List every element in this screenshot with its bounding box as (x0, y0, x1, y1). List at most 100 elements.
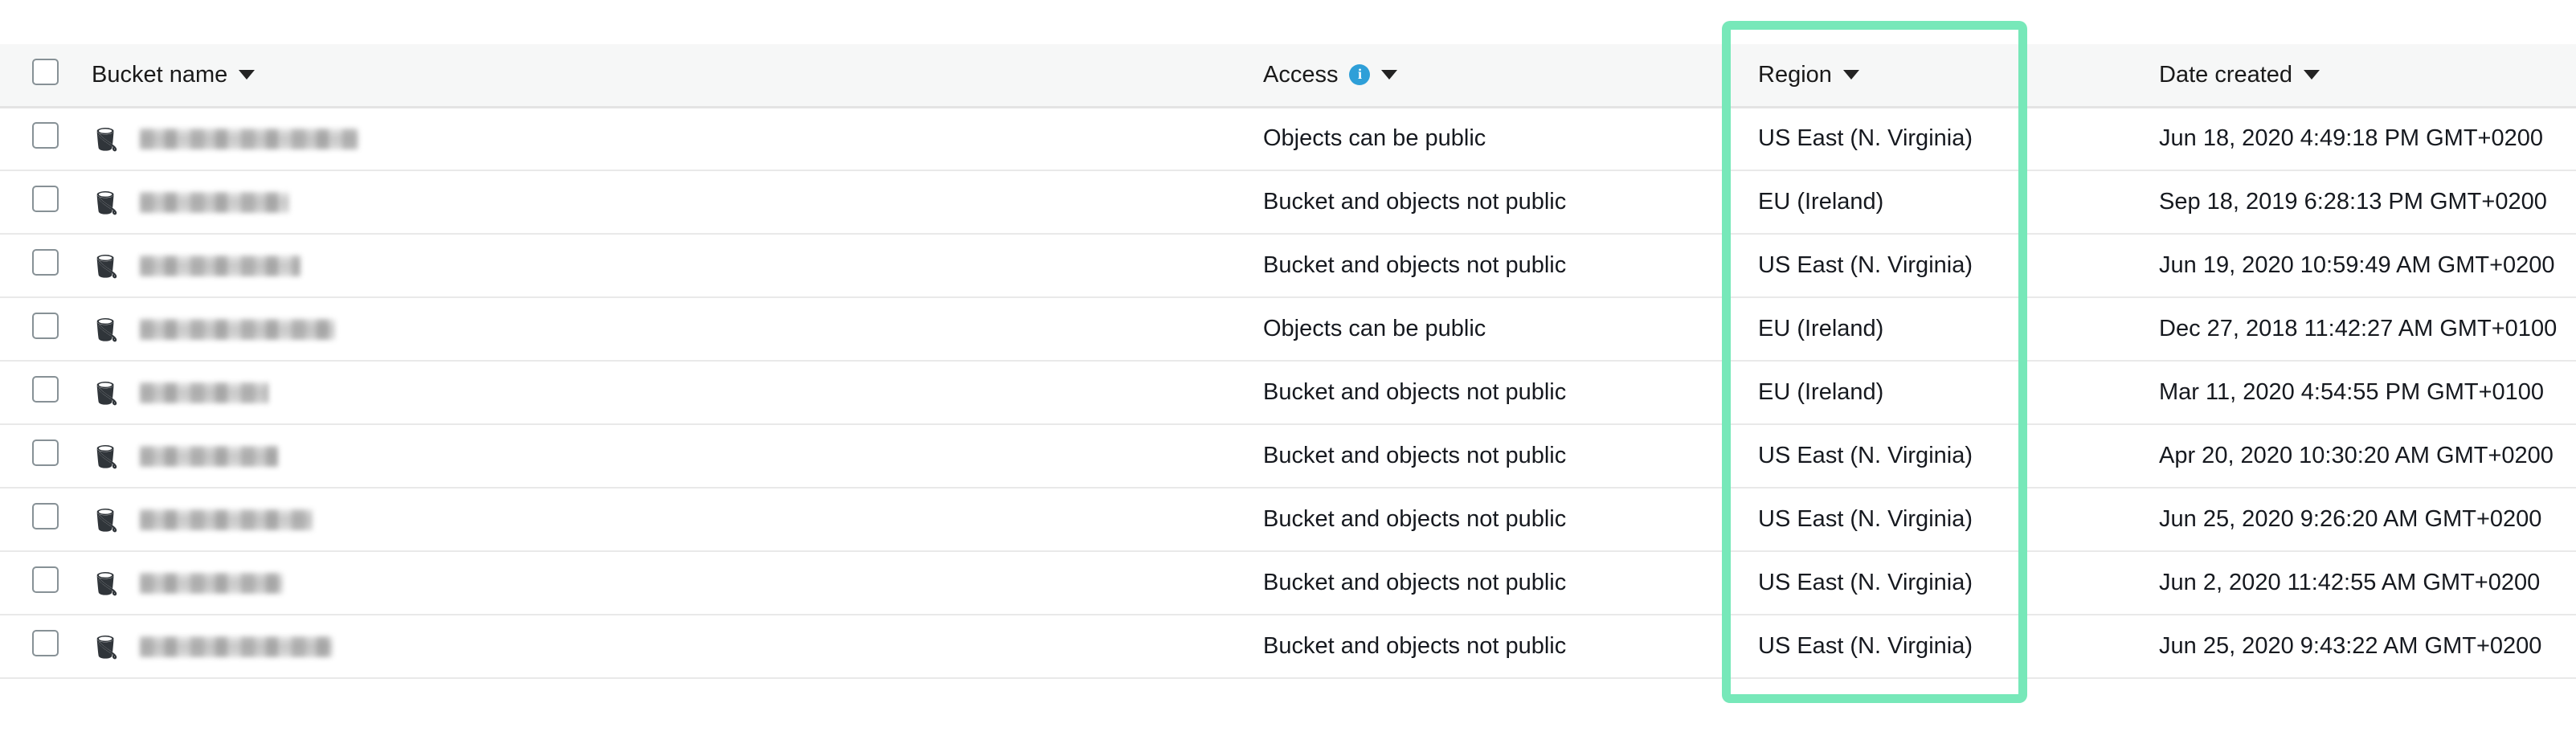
date-created-cell: Mar 11, 2020 4:54:55 PM GMT+0100 (2124, 361, 2576, 425)
row-checkbox[interactable] (32, 249, 59, 276)
column-header-bucket-name-label: Bucket name (92, 61, 228, 88)
row-select-cell (0, 488, 87, 552)
access-cell: Bucket and objects not public (1236, 170, 1726, 235)
row-select-cell (0, 424, 87, 489)
date-created-cell: Jun 19, 2020 10:59:49 AM GMT+0200 (2124, 234, 2576, 298)
row-select-cell (0, 361, 87, 425)
bucket-name-cell[interactable] (87, 361, 1236, 425)
date-created-cell: Jun 25, 2020 9:26:20 AM GMT+0200 (2124, 488, 2576, 552)
bucket-table: Bucket name Access i Region Date created… (0, 44, 2576, 679)
table-row[interactable]: Bucket and objects not public US East (N.… (0, 424, 2576, 489)
region-cell: EU (Ireland) (1726, 361, 2124, 425)
region-cell: EU (Ireland) (1726, 170, 2124, 235)
row-select-cell (0, 107, 87, 171)
bucket-name-redacted (140, 445, 278, 467)
bucket-name-cell[interactable] (87, 234, 1236, 298)
s3-bucket-icon (96, 508, 117, 532)
s3-bucket-icon (96, 381, 117, 405)
date-created-cell: Apr 20, 2020 10:30:20 AM GMT+0200 (2124, 424, 2576, 489)
table-row[interactable]: Bucket and objects not public EU (Ireland… (0, 170, 2576, 235)
s3-bucket-icon (96, 190, 117, 215)
table-row[interactable]: Bucket and objects not public EU (Ireland… (0, 361, 2576, 425)
region-cell: US East (N. Virginia) (1726, 234, 2124, 298)
bucket-name-redacted (140, 382, 268, 403)
date-created-cell: Dec 27, 2018 11:42:27 AM GMT+0100 (2124, 297, 2576, 362)
column-header-region-label: Region (1758, 61, 1832, 88)
table-row[interactable]: Objects can be public EU (Ireland) Dec 27,… (0, 297, 2576, 362)
row-checkbox[interactable] (32, 186, 59, 212)
region-cell: US East (N. Virginia) (1726, 551, 2124, 615)
column-header-access-label: Access (1263, 61, 1339, 88)
s3-bucket-icon (96, 127, 117, 152)
row-select-cell (0, 297, 87, 362)
s3-bucket-icon (96, 317, 117, 341)
row-checkbox[interactable] (32, 313, 59, 339)
row-checkbox[interactable] (32, 566, 59, 593)
table-header: Bucket name Access i Region Date created (0, 44, 2576, 108)
bucket-name-redacted (140, 318, 335, 340)
table-row[interactable]: Objects can be public US East (N. Virgini… (0, 107, 2576, 171)
column-header-region[interactable]: Region (1726, 44, 2124, 108)
row-select-cell (0, 615, 87, 679)
caret-down-icon[interactable] (2304, 70, 2320, 80)
column-header-access[interactable]: Access i (1236, 44, 1726, 108)
region-cell: US East (N. Virginia) (1726, 424, 2124, 489)
date-created-cell: Jun 2, 2020 11:42:55 AM GMT+0200 (2124, 551, 2576, 615)
region-cell: US East (N. Virginia) (1726, 107, 2124, 171)
bucket-name-cell[interactable] (87, 297, 1236, 362)
info-icon[interactable]: i (1349, 64, 1371, 86)
s3-bucket-icon (96, 571, 117, 595)
row-checkbox[interactable] (32, 503, 59, 529)
date-created-cell: Sep 18, 2019 6:28:13 PM GMT+0200 (2124, 170, 2576, 235)
bucket-name-cell[interactable] (87, 488, 1236, 552)
row-checkbox[interactable] (32, 439, 59, 466)
bucket-name-redacted (140, 191, 289, 213)
s3-bucket-icon (96, 254, 117, 278)
bucket-name-cell[interactable] (87, 615, 1236, 679)
bucket-name-cell[interactable] (87, 551, 1236, 615)
row-checkbox[interactable] (32, 122, 59, 149)
region-cell: US East (N. Virginia) (1726, 615, 2124, 679)
bucket-name-cell[interactable] (87, 170, 1236, 235)
region-cell: EU (Ireland) (1726, 297, 2124, 362)
row-select-cell (0, 170, 87, 235)
bucket-name-redacted (140, 572, 283, 594)
row-checkbox[interactable] (32, 376, 59, 403)
s3-bucket-icon (96, 635, 117, 659)
bucket-name-cell[interactable] (87, 424, 1236, 489)
bucket-name-redacted (140, 255, 301, 276)
column-header-date-created[interactable]: Date created (2124, 44, 2576, 108)
row-checkbox[interactable] (32, 630, 59, 656)
access-cell: Objects can be public (1236, 107, 1726, 171)
access-cell: Objects can be public (1236, 297, 1726, 362)
table-row[interactable]: Bucket and objects not public US East (N.… (0, 551, 2576, 615)
bucket-name-redacted (140, 128, 358, 149)
caret-down-icon[interactable] (1842, 70, 1859, 80)
caret-down-icon[interactable] (239, 70, 256, 80)
select-all-checkbox[interactable] (32, 58, 59, 85)
s3-bucket-icon (96, 444, 117, 468)
table-row[interactable]: Bucket and objects not public US East (N.… (0, 615, 2576, 679)
table-row[interactable]: Bucket and objects not public US East (N.… (0, 488, 2576, 552)
caret-down-icon[interactable] (1381, 70, 1398, 80)
access-cell: Bucket and objects not public (1236, 551, 1726, 615)
select-all-header (0, 44, 87, 108)
access-cell: Bucket and objects not public (1236, 234, 1726, 298)
table-body: Objects can be public US East (N. Virgini… (0, 107, 2576, 679)
column-header-bucket-name[interactable]: Bucket name (87, 44, 1236, 108)
access-cell: Bucket and objects not public (1236, 361, 1726, 425)
bucket-name-redacted (140, 636, 333, 657)
bucket-name-redacted (140, 509, 313, 530)
column-header-date-created-label: Date created (2159, 61, 2293, 88)
access-cell: Bucket and objects not public (1236, 488, 1726, 552)
bucket-name-cell[interactable] (87, 107, 1236, 171)
table-row[interactable]: Bucket and objects not public US East (N.… (0, 234, 2576, 298)
region-cell: US East (N. Virginia) (1726, 488, 2124, 552)
row-select-cell (0, 234, 87, 298)
access-cell: Bucket and objects not public (1236, 615, 1726, 679)
access-cell: Bucket and objects not public (1236, 424, 1726, 489)
s3-bucket-list-screen: Bucket name Access i Region Date created… (0, 0, 2576, 744)
date-created-cell: Jun 18, 2020 4:49:18 PM GMT+0200 (2124, 107, 2576, 171)
row-select-cell (0, 551, 87, 615)
date-created-cell: Jun 25, 2020 9:43:22 AM GMT+0200 (2124, 615, 2576, 679)
